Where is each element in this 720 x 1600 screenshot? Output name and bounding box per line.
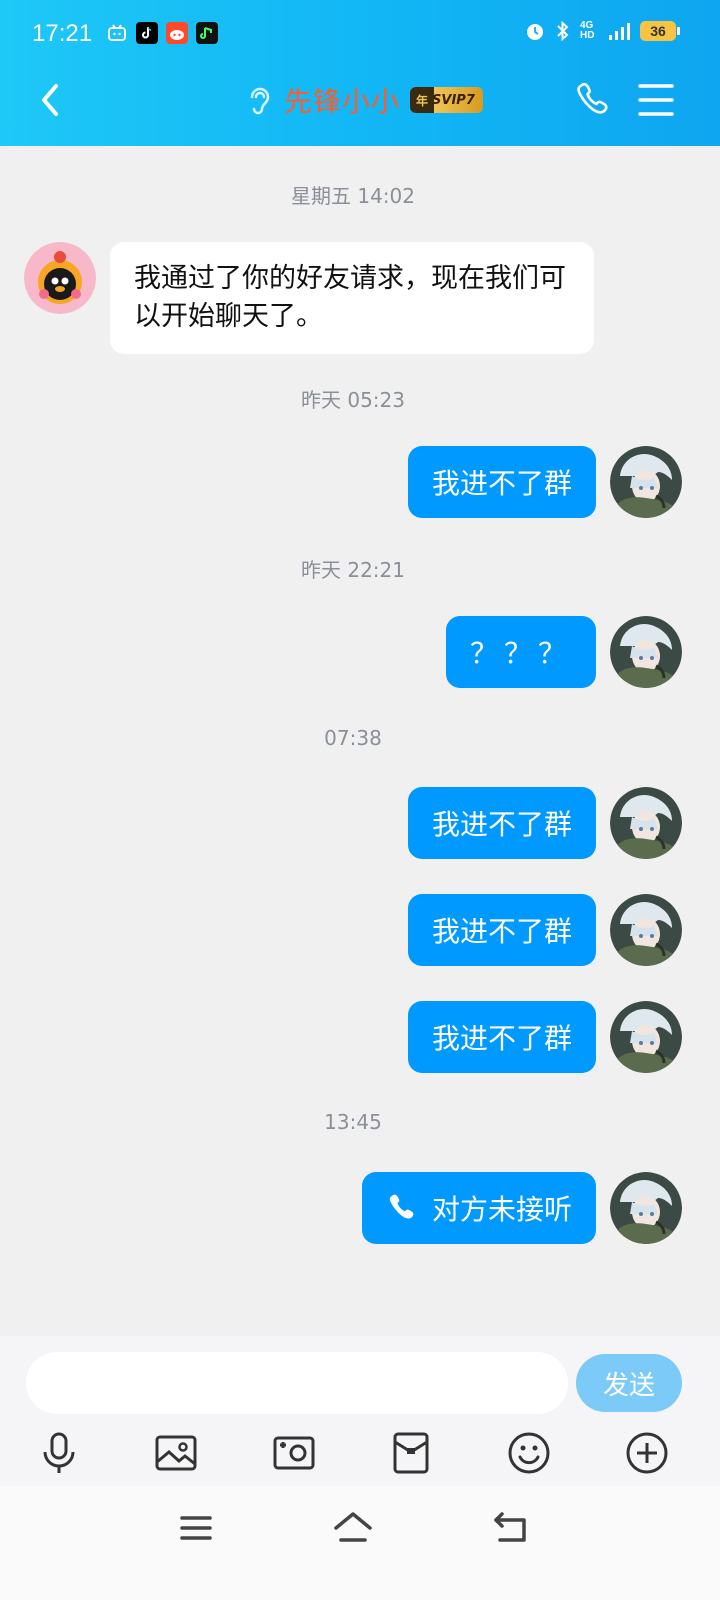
phone-icon (389, 1194, 414, 1219)
timestamp: 星期五 14:02 (291, 184, 415, 208)
title-area[interactable]: 先锋小小 年 SVIP7 (244, 80, 483, 120)
back-nav-icon[interactable] (490, 1508, 534, 1548)
red-envelope-icon[interactable] (388, 1430, 434, 1476)
self-avatar[interactable] (610, 616, 682, 688)
chat-header: 17:21 4G HD 36 先锋小小 年 SVIP7 (0, 0, 720, 146)
bilibili-icon (106, 22, 128, 44)
music-app-icon (196, 22, 218, 44)
message-text: 我进不了群 (431, 915, 572, 948)
ear-icon (250, 87, 270, 115)
self-avatar[interactable] (610, 1172, 682, 1244)
timestamp: 昨天 05:23 (301, 388, 405, 412)
self-avatar[interactable] (610, 1001, 682, 1073)
self-avatar[interactable] (610, 787, 682, 859)
battery-indicator: 36 (640, 21, 680, 41)
timestamp: 昨天 22:21 (301, 558, 405, 582)
svip-label: SVIP7 (432, 92, 475, 108)
bluetooth-icon (557, 20, 569, 42)
status-app-icons (106, 22, 218, 44)
signal-icon (609, 23, 630, 40)
alarm-icon (527, 24, 543, 40)
network-label: 4G HD (580, 20, 595, 41)
input-bar: 发送 (0, 1336, 720, 1486)
image-icon[interactable] (153, 1430, 199, 1476)
call-record-bubble[interactable]: 对方未接听 (361, 1172, 596, 1244)
red-app-icon (166, 22, 188, 44)
message-text: 我进不了群 (431, 467, 572, 500)
add-icon[interactable] (624, 1430, 670, 1476)
tiktok-icon (136, 22, 158, 44)
menu-icon[interactable] (636, 82, 676, 118)
outgoing-message-bubble[interactable]: ？？？ (445, 616, 596, 688)
call-status-text: 对方未接听 (431, 1193, 572, 1226)
incoming-message-bubble[interactable]: 我通过了你的好友请求，现在我们可以开始聊天了。 (110, 242, 594, 354)
outgoing-message-bubble[interactable]: 我进不了群 (407, 1001, 596, 1073)
message-input[interactable] (26, 1352, 568, 1414)
emoji-icon[interactable] (506, 1430, 552, 1476)
system-nav-bar (0, 1486, 720, 1600)
back-icon[interactable] (34, 80, 68, 120)
self-avatar[interactable] (610, 446, 682, 518)
timestamp: 13:45 (324, 1110, 382, 1134)
camera-icon[interactable] (271, 1430, 317, 1476)
home-icon[interactable] (331, 1508, 375, 1548)
phone-icon[interactable] (574, 80, 614, 120)
message-text: 我进不了群 (431, 1022, 572, 1055)
outgoing-message-bubble[interactable]: 我进不了群 (407, 787, 596, 859)
microphone-icon[interactable] (36, 1430, 82, 1476)
toolbar (0, 1430, 720, 1482)
message-text: ？？？ (469, 637, 572, 670)
status-indicators: 4G HD 36 (524, 20, 680, 42)
status-time: 17:21 (32, 20, 93, 47)
message-text: 我进不了群 (431, 808, 572, 841)
svip-year-label: 年 (416, 93, 429, 108)
recent-apps-icon[interactable] (174, 1508, 218, 1548)
outgoing-message-bubble[interactable]: 我进不了群 (407, 894, 596, 966)
chat-title: 先锋小小 (284, 85, 401, 118)
contact-avatar[interactable] (24, 242, 96, 314)
svip-badge: 年 SVIP7 (410, 87, 483, 113)
timestamp: 07:38 (324, 726, 382, 750)
outgoing-message-bubble[interactable]: 我进不了群 (407, 446, 596, 518)
self-avatar[interactable] (610, 894, 682, 966)
send-button[interactable]: 发送 (576, 1354, 682, 1412)
